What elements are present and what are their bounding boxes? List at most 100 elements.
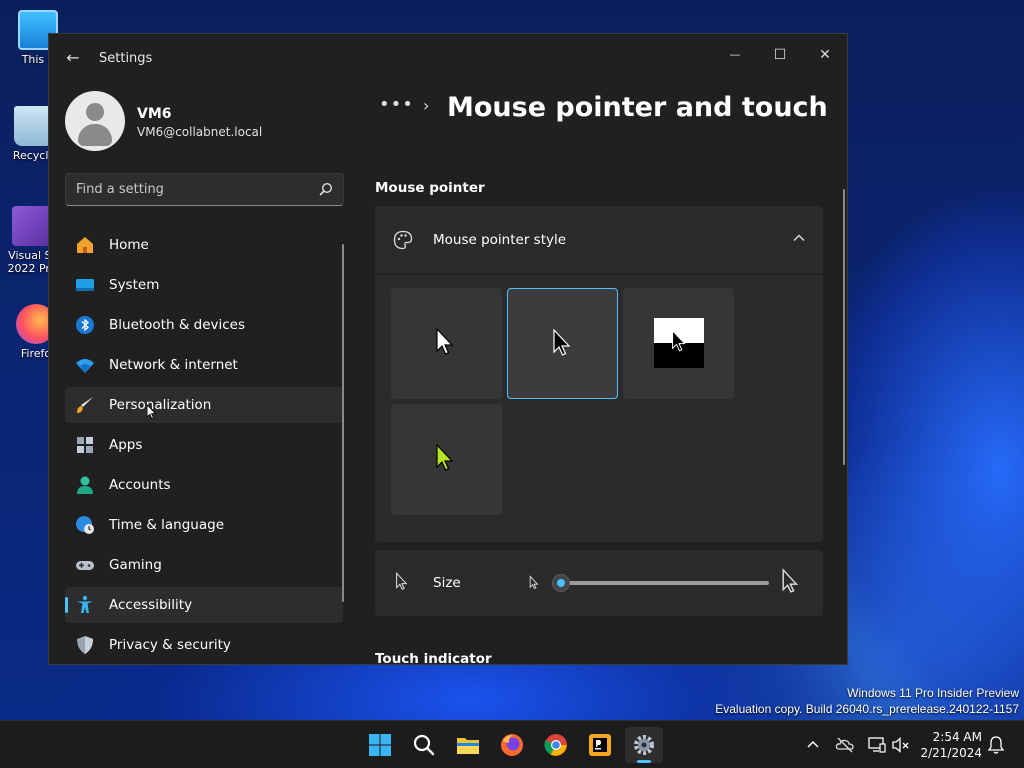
avatar-body xyxy=(78,124,112,146)
pointer-style-white[interactable] xyxy=(391,288,502,399)
pointer-icon xyxy=(396,572,408,590)
custom-color-cursor-icon xyxy=(436,444,454,471)
globe-clock-icon xyxy=(76,516,94,534)
taskbar: 2:54 AM 2/21/2024 xyxy=(0,720,1024,768)
pointer-size-label: Size xyxy=(433,575,461,591)
taskbar-search-button[interactable] xyxy=(405,727,443,763)
taskbar-chrome[interactable] xyxy=(537,727,575,763)
sidebar-item-label: Apps xyxy=(109,437,143,453)
inverted-preview xyxy=(654,318,704,368)
page-title: Mouse pointer and touch xyxy=(447,92,828,123)
sidebar-item-label: Network & internet xyxy=(109,357,238,373)
system-clock[interactable]: 2:54 AM 2/21/2024 xyxy=(920,729,982,761)
taskbar-pycharm[interactable] xyxy=(581,727,619,763)
sidebar-item-bluetooth[interactable]: Bluetooth & devices xyxy=(65,307,343,343)
white-cursor-icon xyxy=(436,328,454,355)
brush-icon xyxy=(77,397,93,413)
search-icon[interactable] xyxy=(319,182,333,196)
search-input[interactable] xyxy=(66,174,306,205)
sidebar-item-personalization[interactable]: Personalization xyxy=(65,387,343,423)
title-bar[interactable]: ← Settings — ☐ ✕ xyxy=(49,34,847,82)
apps-icon xyxy=(77,437,93,453)
main-content: ••• › Mouse pointer and touch Mouse poin… xyxy=(375,82,847,665)
windows-logo-icon xyxy=(369,734,391,756)
close-button[interactable]: ✕ xyxy=(805,40,845,70)
black-cursor-icon xyxy=(553,329,571,356)
taskbar-settings[interactable] xyxy=(625,727,663,763)
shield-icon xyxy=(77,636,93,654)
mouse-cursor-icon xyxy=(146,404,157,420)
sidebar-item-label: Bluetooth & devices xyxy=(109,317,246,333)
large-pointer-icon xyxy=(782,568,799,593)
home-icon xyxy=(77,237,93,253)
sidebar-item-apps[interactable]: Apps xyxy=(65,427,343,463)
gamepad-icon xyxy=(76,561,94,570)
search-icon xyxy=(413,734,435,756)
system-icon xyxy=(76,279,94,291)
desktop-icon-label: Firefo xyxy=(20,347,52,360)
sidebar-item-label: Time & language xyxy=(109,517,225,533)
sidebar-item-label: Accessibility xyxy=(109,597,193,613)
settings-window: ← Settings — ☐ ✕ VM6 VM6@collabnet.local xyxy=(48,33,848,665)
pointer-size-slider-track[interactable] xyxy=(561,581,769,585)
inverted-cursor-icon xyxy=(672,330,686,352)
chrome-icon xyxy=(544,734,567,756)
build-watermark-line1: Windows 11 Pro Insider Preview xyxy=(847,686,1019,700)
breadcrumb-overflow-button[interactable]: ••• xyxy=(379,94,414,115)
sidebar-nav: Home System Bluetooth & devices Network … xyxy=(65,227,343,664)
sidebar-item-time-language[interactable]: Time & language xyxy=(65,507,343,543)
minimize-button[interactable]: — xyxy=(715,40,755,70)
sidebar-item-label: Home xyxy=(109,237,149,253)
search-box[interactable] xyxy=(65,173,344,206)
network-icon[interactable] xyxy=(867,735,887,755)
sidebar-scrollbar[interactable] xyxy=(342,244,344,602)
clock-time: 2:54 AM xyxy=(932,730,982,744)
small-pointer-icon xyxy=(529,575,539,589)
chevron-up-icon[interactable] xyxy=(791,230,807,246)
sidebar-item-home[interactable]: Home xyxy=(65,227,343,263)
user-name: VM6 xyxy=(137,106,172,122)
firefox-icon xyxy=(501,734,523,756)
section-heading-mouse-pointer: Mouse pointer xyxy=(375,180,485,196)
accessibility-icon xyxy=(77,595,93,613)
wifi-icon xyxy=(76,359,94,373)
avatar[interactable] xyxy=(65,91,125,151)
chevron-up-icon[interactable] xyxy=(803,735,823,755)
clock-date: 2/21/2024 xyxy=(920,746,982,760)
sidebar-item-label: Accounts xyxy=(109,477,171,493)
taskbar-file-explorer[interactable] xyxy=(449,727,487,763)
accounts-icon xyxy=(77,476,93,494)
build-watermark-line2: Evaluation copy. Build 26040.rs_prerelea… xyxy=(715,702,1019,716)
sidebar-item-label: Privacy & security xyxy=(109,637,231,653)
pointer-size-card: Size xyxy=(375,550,823,616)
sidebar-item-label: Gaming xyxy=(109,557,162,573)
sidebar-item-network[interactable]: Network & internet xyxy=(65,347,343,383)
taskbar-firefox[interactable] xyxy=(493,727,531,763)
start-button[interactable] xyxy=(361,727,399,763)
maximize-button[interactable]: ☐ xyxy=(760,40,800,70)
sidebar-item-system[interactable]: System xyxy=(65,267,343,303)
user-email: VM6@collabnet.local xyxy=(137,125,263,139)
sidebar-item-accessibility[interactable]: Accessibility xyxy=(65,587,343,623)
sidebar-item-gaming[interactable]: Gaming xyxy=(65,547,343,583)
volume-muted-icon[interactable] xyxy=(891,735,911,755)
breadcrumb-separator: › xyxy=(423,96,430,115)
gear-icon xyxy=(634,735,654,755)
mouse-pointer-style-header[interactable]: Mouse pointer style xyxy=(375,206,823,274)
notification-bell-icon[interactable] xyxy=(986,735,1006,755)
pointer-size-slider-thumb[interactable] xyxy=(552,574,570,592)
main-scrollbar[interactable] xyxy=(843,189,845,465)
back-button[interactable]: ← xyxy=(63,48,83,68)
section-heading-touch-indicator: Touch indicator xyxy=(375,651,492,665)
folder-icon xyxy=(457,738,479,754)
sidebar-item-privacy-security[interactable]: Privacy & security xyxy=(65,627,343,663)
onedrive-offline-icon[interactable] xyxy=(835,735,855,755)
sidebar-item-label: System xyxy=(109,277,160,293)
bluetooth-icon xyxy=(76,316,94,334)
pointer-style-custom[interactable] xyxy=(391,404,502,515)
pointer-style-black[interactable] xyxy=(507,288,618,399)
visual-studio-icon xyxy=(12,206,52,246)
sidebar-item-label: Personalization xyxy=(109,397,212,413)
sidebar-item-accounts[interactable]: Accounts xyxy=(65,467,343,503)
pointer-style-inverted[interactable] xyxy=(623,288,734,399)
